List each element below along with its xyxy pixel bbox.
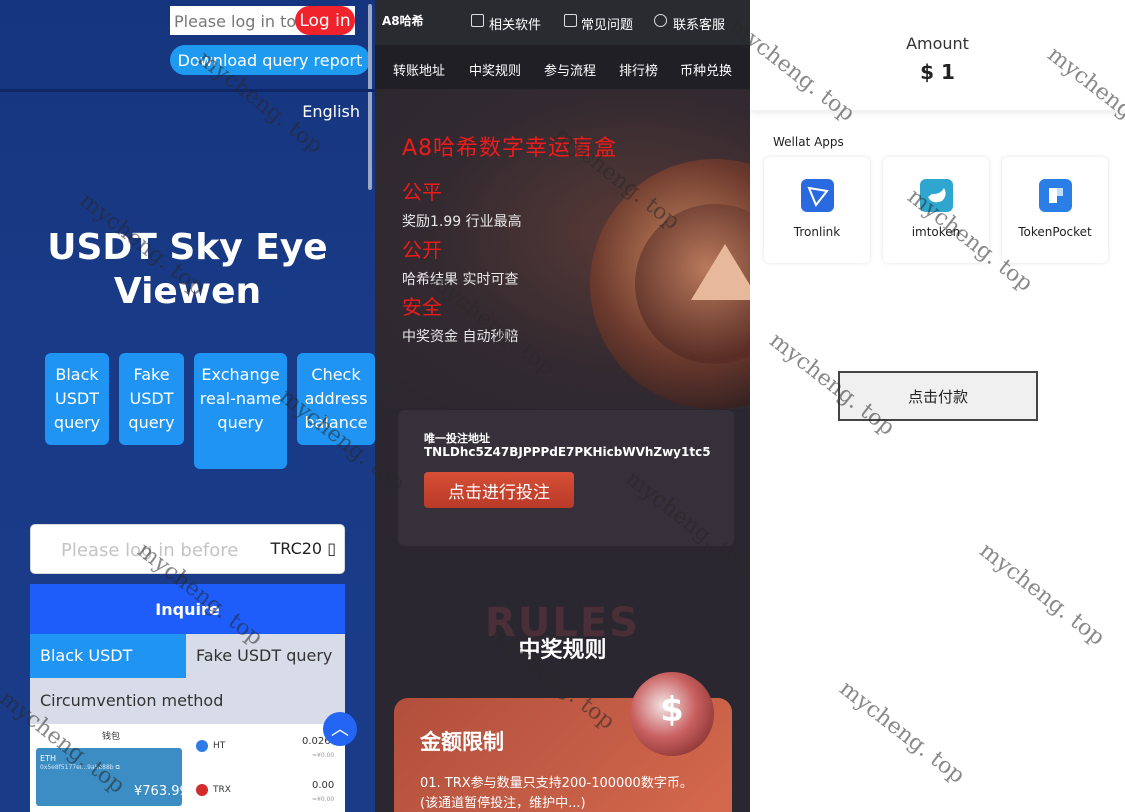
circumvention-heading: Circumvention method [30,678,345,724]
bet-address[interactable]: TNLDhc5Z47BJPPPdE7PKHicbWVhZwy1tc5 [424,445,711,459]
usdt-query-panel: Log in Download query report English USD… [0,0,375,812]
feature-heading: 公平 [402,180,442,204]
language-switch[interactable]: English [302,102,360,121]
trx-coin-icon [196,784,208,796]
limit-title: 金额限制 [420,730,504,754]
download-report-button[interactable]: Download query report [170,45,370,75]
app-name: imtoken [911,225,961,239]
menu-exchange[interactable]: 币种兑换 [680,60,732,79]
coin-face [635,204,750,364]
wallet-card-amount: ¥763.99 [134,784,188,799]
coin-symbol: HT [213,741,226,751]
coin-fiat: ≈¥0.00 [312,796,335,803]
wallet-card: ETH 0x5e8f5177ef...9a5a88b ⧉ ¥763.99 [36,748,188,806]
main-menu: 转账地址 中奖规则 参与流程 排行榜 币种兑换 [375,45,750,89]
nav-related-software[interactable]: 相关软件 [489,14,541,33]
app-card-tronlink[interactable]: Tronlink [764,157,870,263]
feature-text: 奖励1.99 行业最高 [402,214,522,230]
black-usdt-query-button[interactable]: Black USDT query [45,353,109,445]
inquire-button[interactable]: Inquire [30,584,345,634]
nav-faq[interactable]: 常见问题 [581,14,633,33]
tronlink-icon [801,179,834,212]
feature-text: 哈希结果 实时可查 [402,272,519,288]
rules-title: 中奖规则 [518,638,607,663]
limit-text: 01. TRX参与数量只支持200-100000数字币。(该通道暂停投注，维护中… [420,776,693,811]
document-icon [564,14,577,27]
address-input[interactable] [61,537,261,563]
coin-value: 0.00 [312,780,335,791]
address-search-box: TRC20 ▯ [30,524,345,574]
tokenpocket-icon [1039,179,1072,212]
fake-usdt-query-button[interactable]: Fake USDT query [119,353,184,445]
amount-label: Amount [906,34,969,53]
page-title-line-1: USDT Sky Eye [47,227,328,268]
scroll-top-button[interactable]: ︿ [323,712,357,746]
network-select[interactable]: TRC20 ▯ [270,539,336,558]
coin-fiat: ≈¥0.00 [312,752,335,759]
bet-address-label: 唯一投注地址 [424,432,490,445]
amount-value: $ 1 [920,60,955,84]
exchange-realname-query-button[interactable]: Exchange real-name query [194,353,287,469]
login-button[interactable]: Log in [295,6,355,35]
amount-header: Amount $ 1 [750,0,1125,110]
ht-coin-icon [196,740,208,752]
brand-logo[interactable]: A8哈希 [382,12,424,29]
ethereum-icon [691,244,750,300]
dollar-sign: $ [660,690,684,730]
app-card-tokenpocket[interactable]: TokenPocket [1002,157,1108,263]
feature-heading: 公开 [402,238,442,262]
payment-panel: Amount $ 1 Wellat Apps Tronlink imtoken … [750,0,1125,812]
hero-title: A8哈希数字幸运盲盒 [402,136,618,161]
header-divider [0,89,375,92]
top-bar: A8哈希 相关软件 常见问题 联系客服 [375,0,750,45]
bet-address-card: 唯一投注地址 TNLDhc5Z47BJPPPdE7PKHicbWVhZwy1tc… [398,410,734,546]
hash-game-panel: A8哈希 相关软件 常见问题 联系客服 转账地址 中奖规则 参与流程 排行榜 币… [375,0,750,812]
wallet-apps-label: Wellat Apps [773,135,844,149]
pay-button[interactable]: 点击付款 [838,371,1038,421]
wallet-title: 钱包 [102,732,121,742]
imtoken-icon [920,179,953,212]
wallet-card-chain: ETH [40,754,56,763]
eth-coin-image [590,159,750,409]
headset-icon [654,14,667,27]
page-title: USDT Sky Eye Viewen [0,226,375,314]
app-card-imtoken[interactable]: imtoken [883,157,989,263]
app-name: Tronlink [793,225,841,239]
dollar-coin-icon: $ [630,672,714,756]
menu-leaderboard[interactable]: 排行榜 [619,60,658,79]
feature-text: 中奖资金 自动秒赔 [402,329,519,345]
apps-icon [471,14,484,27]
check-balance-button[interactable]: Check address balance [297,353,375,445]
menu-winning-rules[interactable]: 中奖规则 [469,60,521,79]
tab-black-usdt[interactable]: Black USDT query [30,634,186,709]
page-title-line-2: Viewen [113,271,262,312]
coin-symbol: TRX [213,785,231,795]
query-tabs: Black USDT query Fake USDT query [30,634,345,709]
chevron-up-icon: ︿ [331,719,349,739]
nav-support[interactable]: 联系客服 [673,14,725,33]
tab-fake-usdt[interactable]: Fake USDT query [186,634,342,678]
feature-heading: 安全 [402,295,442,319]
place-bet-button[interactable]: 点击进行投注 [424,472,574,508]
app-name: TokenPocket [1018,225,1092,239]
wallet-card-address: 0x5e8f5177ef...9a5a88b ⧉ [40,764,120,771]
scrollbar[interactable] [368,4,372,190]
login-input[interactable] [174,10,299,32]
menu-transfer-address[interactable]: 转账地址 [393,60,445,79]
login-bar: Log in [170,6,355,35]
wallet-screenshot: 钱包 ETH 0x5e8f5177ef...9a5a88b ⧉ ¥763.99 … [30,724,345,812]
menu-process[interactable]: 参与流程 [544,60,596,79]
